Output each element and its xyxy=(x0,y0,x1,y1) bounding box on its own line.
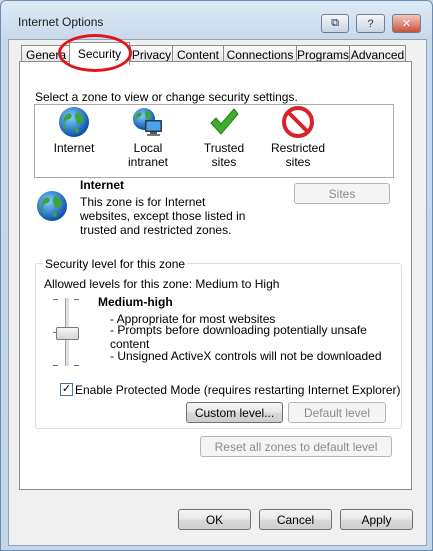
zone-instruction: Select a zone to view or change security… xyxy=(35,90,298,104)
protected-mode-label[interactable]: Enable Protected Mode (requires restarti… xyxy=(75,383,401,397)
tab-privacy-label: Privacy xyxy=(131,47,172,62)
selected-zone-description: This zone is for Internet websites, exce… xyxy=(80,195,246,237)
security-level-slider-thumb[interactable] xyxy=(56,327,79,340)
level-bullet-2: - Prompts before downloading potentially… xyxy=(110,323,367,337)
slider-tick xyxy=(74,365,79,366)
cancel-button[interactable]: Cancel xyxy=(259,509,332,530)
tab-advanced-label: Advanced xyxy=(350,47,405,62)
restricted-icon xyxy=(282,106,314,138)
slider-tick xyxy=(53,299,58,300)
selected-zone-globe-icon xyxy=(36,190,68,225)
window-title: Internet Options xyxy=(18,15,104,29)
reset-all-zones-button[interactable]: Reset all zones to default level xyxy=(200,436,392,457)
zone-trusted-sites[interactable]: Trusted sites xyxy=(190,106,258,169)
zone-restricted-sites-label: Restricted sites xyxy=(270,141,326,169)
slider-tick xyxy=(53,365,58,366)
zone-internet-label: Internet xyxy=(53,141,95,155)
sites-button[interactable]: Sites xyxy=(294,183,390,204)
selected-zone-name: Internet xyxy=(80,178,125,192)
security-level-group-title: Security level for this zone xyxy=(43,257,188,271)
zone-restricted-sites[interactable]: Restricted sites xyxy=(266,106,330,169)
restore-icon[interactable]: ⧉ xyxy=(321,14,349,33)
intranet-icon xyxy=(133,108,162,136)
help-button[interactable]: ? xyxy=(356,14,385,33)
ok-button[interactable]: OK xyxy=(178,509,251,530)
custom-level-button[interactable]: Custom level... xyxy=(186,402,283,423)
level-bullet-3: - Unsigned ActiveX controls will not be … xyxy=(110,349,382,363)
globe-icon xyxy=(37,191,67,221)
tab-content-label: Content xyxy=(176,47,220,62)
zone-local-intranet[interactable]: Local intranet xyxy=(112,106,184,169)
allowed-levels-text: Allowed levels for this zone: Medium to … xyxy=(44,277,280,291)
checkmark-icon: ✓ xyxy=(61,383,72,395)
zone-internet[interactable]: Internet xyxy=(50,106,98,155)
close-button[interactable]: ✕ xyxy=(392,14,421,33)
tab-programs-label: Programs xyxy=(297,47,350,62)
security-tab-highlight-circle xyxy=(58,34,132,72)
security-level-name: Medium-high xyxy=(98,295,173,309)
checkmark-icon xyxy=(210,108,239,135)
zone-trusted-sites-label: Trusted sites xyxy=(203,141,245,169)
default-level-button[interactable]: Default level xyxy=(288,402,386,423)
globe-icon xyxy=(59,107,89,137)
slider-tick xyxy=(74,299,79,300)
tab-connections-label: Connections xyxy=(226,47,294,62)
apply-button[interactable]: Apply xyxy=(340,509,413,530)
protected-mode-checkbox[interactable]: ✓ xyxy=(60,383,73,396)
zone-local-intranet-label: Local intranet xyxy=(127,141,169,169)
